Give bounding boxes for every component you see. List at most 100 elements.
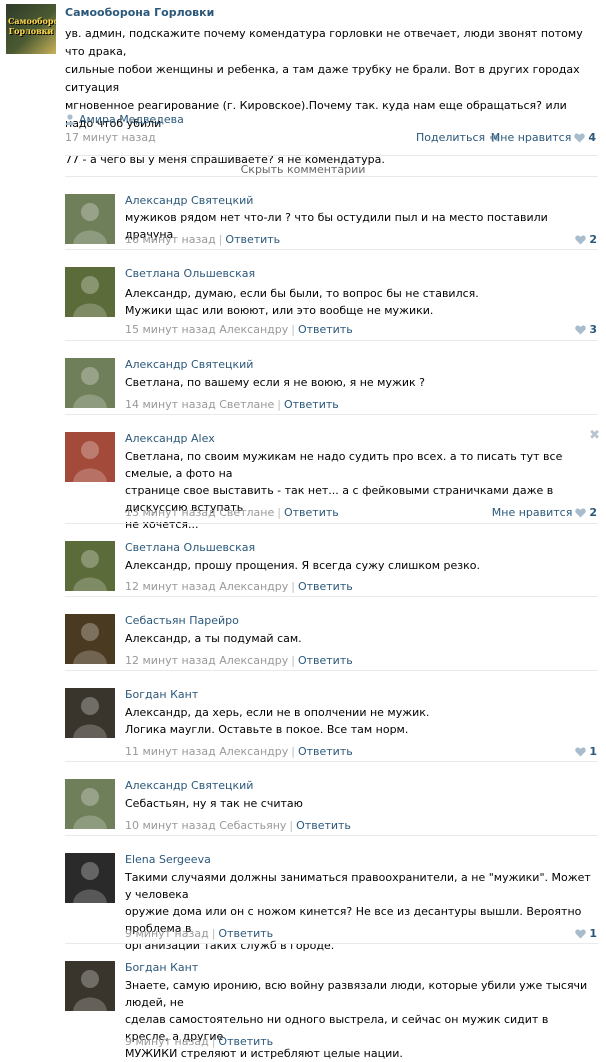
comment-text: Александр, прошу прощения. Я всегда сужу…	[125, 559, 480, 572]
comment-author-link[interactable]: Александр Святецкий	[125, 358, 253, 371]
avatar[interactable]	[65, 358, 115, 408]
comment-timestamp[interactable]: 10 минут назад	[125, 819, 216, 832]
separator: |	[291, 580, 295, 593]
comment-reply-to[interactable]: Александру	[219, 580, 288, 593]
comment-timestamp[interactable]: 12 минут назад	[125, 580, 216, 593]
comment-reply-to[interactable]: Александру	[219, 323, 288, 336]
comment-text: Светлана, по вашему если я не воюю, я не…	[125, 376, 426, 389]
comment-author-link[interactable]: Светлана Ольшевская	[125, 267, 255, 280]
post-text: ув. админ, подскажите почему комендатура…	[65, 27, 583, 166]
comment-timestamp[interactable]: 16 минут назад	[125, 233, 216, 246]
separator: |	[211, 927, 216, 940]
separator: |	[211, 1035, 216, 1048]
divider	[65, 596, 598, 597]
comment-timestamp[interactable]: 13 минут назад	[125, 506, 216, 519]
heart-icon	[574, 133, 586, 142]
share-button[interactable]: Поделиться	[416, 131, 501, 144]
comment-author-link[interactable]: Александр Alex	[125, 432, 215, 445]
comment-reply-to[interactable]: Александру	[219, 654, 288, 667]
avatar-photo	[65, 779, 115, 829]
heart-icon	[575, 235, 587, 244]
avatar[interactable]	[65, 432, 115, 482]
share-label: Поделиться	[416, 131, 486, 144]
comment-like-button[interactable]: 1	[575, 927, 597, 940]
post-like-button[interactable]: Мне нравится 4	[491, 131, 596, 144]
close-icon[interactable]: ✖	[589, 428, 600, 443]
avatar[interactable]	[65, 614, 115, 664]
comment-timestamp[interactable]: 15 минут назад	[125, 323, 216, 336]
reply-button[interactable]: Ответить	[225, 233, 280, 246]
separator: |	[289, 819, 294, 832]
reply-button[interactable]: Ответить	[296, 819, 351, 832]
reply-button[interactable]: Ответить	[284, 506, 339, 519]
reply-button[interactable]: Ответить	[298, 745, 353, 758]
comment-timestamp[interactable]: 12 минут назад	[125, 654, 216, 667]
comment-like-count: 2	[589, 506, 597, 519]
comment-like-count: 1	[589, 927, 597, 940]
reply-button[interactable]: Ответить	[218, 1035, 273, 1048]
divider	[65, 340, 598, 341]
avatar[interactable]	[65, 961, 115, 1011]
comment-reply-to[interactable]: Светлане	[219, 398, 274, 411]
divider	[65, 249, 598, 250]
reply-button[interactable]: Ответить	[218, 927, 273, 940]
comment-timestamp[interactable]: 9 минут назад	[125, 1035, 209, 1048]
comment-meta: 14 минут назад Светлане | Ответить	[125, 398, 339, 411]
avatar-photo	[65, 541, 115, 591]
comment-text: Светлана, по своим мужикам не надо судит…	[125, 450, 563, 531]
hide-comments-link[interactable]: Скрыть комментарии	[0, 163, 606, 176]
avatar[interactable]	[65, 779, 115, 829]
comment-like-button[interactable]: 1	[575, 745, 597, 758]
comment-author-link[interactable]: Александр Святецкий	[125, 194, 253, 207]
heart-icon	[575, 929, 587, 938]
post-timestamp[interactable]: 17 минут назад	[65, 131, 156, 144]
comment-reply-to[interactable]: Светлане	[219, 506, 274, 519]
reply-button[interactable]: Ответить	[298, 654, 353, 667]
avatar[interactable]	[65, 194, 115, 244]
user-icon	[65, 114, 75, 125]
reply-button[interactable]: Ответить	[298, 323, 353, 336]
avatar[interactable]	[65, 853, 115, 903]
comment-like-button[interactable]: 2	[575, 233, 597, 246]
comment-author-link[interactable]: Богдан Кант	[125, 961, 198, 974]
avatar[interactable]	[65, 541, 115, 591]
comment-timestamp[interactable]: 14 минут назад	[125, 398, 216, 411]
avatar-photo	[65, 688, 115, 738]
comment-author-link[interactable]: Светлана Ольшевская	[125, 541, 255, 554]
comment-timestamp[interactable]: 9 минут назад	[125, 927, 209, 940]
comment-reply-to[interactable]: Александру	[219, 745, 288, 758]
group-logo-text: Самооборона Горловки	[8, 16, 56, 36]
comment-reply-to[interactable]: Себастьяну	[219, 819, 286, 832]
comment-like-button[interactable]: 3	[575, 323, 597, 336]
post-signer-name: Амира Медведева	[79, 113, 184, 126]
separator: |	[218, 233, 223, 246]
comment-meta: 11 минут назад Александру | Ответить	[125, 745, 353, 758]
post-signer[interactable]: Амира Медведева	[65, 113, 184, 126]
comment-author-link[interactable]: Себастьян Парейро	[125, 614, 239, 627]
comment-text: Александр, думаю, если бы были, то вопро…	[125, 287, 479, 317]
comment-text: Александр, а ты подумай сам.	[125, 632, 302, 645]
comment-text: Такими случаями должны заниматься правоо…	[125, 871, 591, 952]
separator: |	[291, 745, 295, 758]
avatar[interactable]	[65, 267, 115, 317]
post-like-label: Мне нравится	[490, 131, 572, 144]
post-like-count: 4	[588, 131, 596, 144]
avatar[interactable]	[65, 688, 115, 738]
avatar-photo	[65, 961, 115, 1011]
comment-like-label: Мне нравится	[491, 506, 573, 519]
avatar-photo	[65, 614, 115, 664]
comment-author-link[interactable]: Богдан Кант	[125, 688, 198, 701]
comment-meta: 13 минут назад Светлане | Ответить	[125, 506, 339, 519]
reply-button[interactable]: Ответить	[298, 580, 353, 593]
reply-button[interactable]: Ответить	[284, 398, 339, 411]
comment-like-count: 1	[589, 745, 597, 758]
divider	[65, 835, 598, 836]
comment-author-link[interactable]: Александр Святецкий	[125, 779, 253, 792]
avatar-photo	[65, 358, 115, 408]
comment-timestamp[interactable]: 11 минут назад	[125, 745, 216, 758]
comment-text: Себастьян, ну я так не считаю	[125, 797, 303, 810]
comment-like-button[interactable]: Мне нравится 2	[492, 506, 597, 519]
group-avatar[interactable]: Самооборона Горловки	[6, 4, 56, 54]
group-name-link[interactable]: Самооборона Горловки	[65, 6, 214, 19]
comment-author-link[interactable]: Elena Sergeeva	[125, 853, 211, 866]
